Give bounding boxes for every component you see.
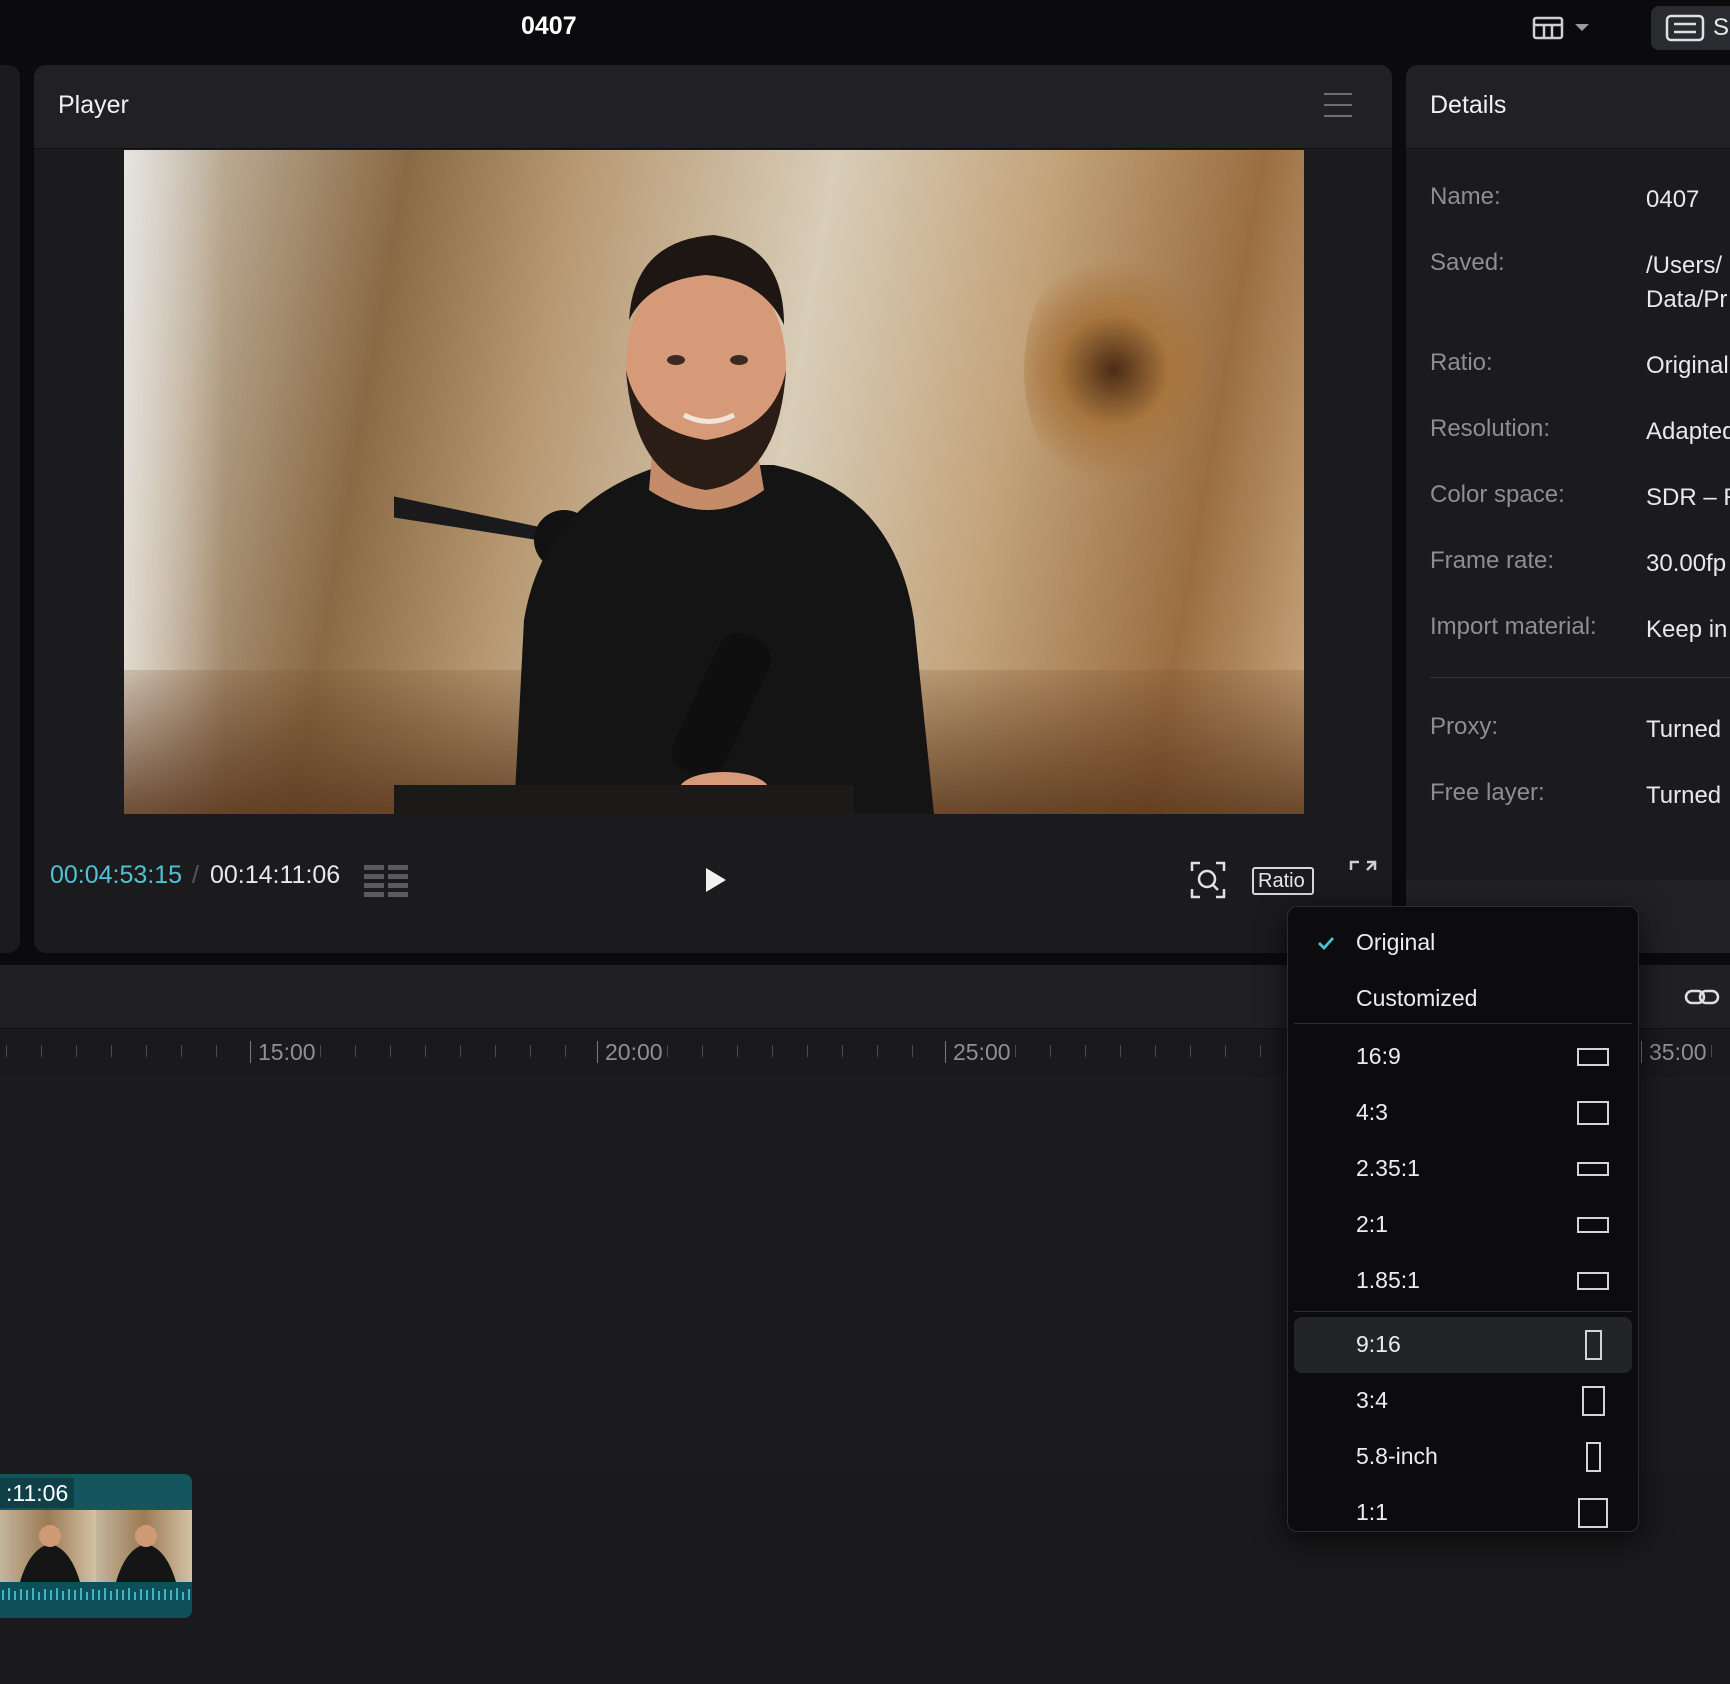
details-panel: Details Name: 0407 Saved: /Users/ Data/P… [1406,65,1730,953]
chevron-down-icon [1575,24,1589,31]
ratio-option-label: 3:4 [1356,1387,1388,1413]
media-panel-edge [0,65,20,953]
check-icon [1318,937,1335,951]
play-icon[interactable] [700,865,730,895]
timecode-total: 00:14:11:06 [210,861,341,889]
ratio-option-label: 2:1 [1356,1211,1388,1237]
ratio-option-label: 1:1 [1356,1499,1388,1525]
top-bar: 0407 S [0,0,1730,60]
details-header: Details [1406,65,1730,149]
detail-value: Adapted [1646,418,1730,445]
ruler-label: 20:00 [605,1039,663,1065]
project-title: 0407 [521,12,577,40]
detail-value: Turned [1646,716,1722,743]
ratio-option-label: 16:9 [1356,1043,1401,1069]
detail-value: Turned [1646,782,1722,809]
player-header: Player [34,65,1392,149]
detail-key: Saved: [1430,249,1505,276]
ratio-option-9-16[interactable]: 9:16 [1294,1317,1632,1373]
clip-thumbnails [0,1510,192,1618]
aspect-shape-icon [1577,1217,1609,1233]
menu-icon[interactable] [1324,93,1352,119]
ruler-label: 25:00 [953,1039,1011,1065]
ratio-option-label: Customized [1356,985,1478,1011]
video-preview[interactable] [124,150,1304,814]
detail-key: Free layer: [1430,779,1545,806]
aspect-shape-icon [1577,1162,1609,1176]
shortcut-button-label: S [1713,14,1730,41]
link-icon[interactable] [1684,985,1720,1009]
detail-key: Ratio: [1430,349,1493,376]
layout-switch-button[interactable] [1532,10,1602,46]
aspect-shape-icon [1577,1101,1609,1125]
layout-icon [1532,16,1564,40]
details-title: Details [1430,91,1507,119]
ratio-option-original[interactable]: Original [1294,915,1632,971]
details-divider [1430,677,1730,678]
ratio-option-4-3[interactable]: 4:3 [1294,1085,1632,1141]
detail-value: 30.00fp [1646,550,1727,577]
ruler-label: 15:00 [258,1039,316,1065]
shortcut-button[interactable]: S [1651,6,1730,50]
fullscreen-icon[interactable] [1348,859,1378,889]
ratio-option-label: 1.85:1 [1356,1267,1420,1293]
clip-duration: :11:06 [0,1478,75,1508]
ratio-option-label: Original [1356,929,1436,955]
ratio-option-1-1[interactable]: 1:1 [1294,1485,1632,1541]
ratio-option-2-1[interactable]: 2:1 [1294,1197,1632,1253]
detail-key: Name: [1430,183,1501,210]
zoom-fit-icon[interactable] [1190,861,1226,899]
ratio-option-5-8-inch[interactable]: 5.8-inch [1294,1429,1632,1485]
ratio-option-1-85-1[interactable]: 1.85:1 [1294,1253,1632,1309]
grid-view-icon[interactable] [364,865,410,897]
ratio-button[interactable]: Ratio [1252,867,1314,895]
keyboard-icon [1665,14,1705,42]
ratio-option-16-9[interactable]: 16:9 [1294,1029,1632,1085]
timecode-current: 00:04:53:15 [50,861,183,889]
ratio-option-label: 2.35:1 [1356,1155,1420,1181]
aspect-shape-icon [1586,1442,1601,1472]
detail-value: Keep in [1646,616,1728,643]
aspect-shape-icon [1577,1048,1609,1066]
detail-value: /Users/ [1646,252,1723,279]
ratio-option-customized[interactable]: Customized [1294,971,1632,1027]
ratio-option-label: 4:3 [1356,1099,1388,1125]
menu-divider [1294,1311,1632,1312]
detail-value: Original [1646,352,1729,379]
detail-key: Frame rate: [1430,547,1555,574]
ratio-option-label: 9:16 [1356,1331,1401,1357]
player-controls: 00:04:53:15 / 00:14:11:06 Ratio [34,845,1392,905]
ruler-label: 35:00 [1649,1039,1707,1065]
aspect-shape-icon [1585,1330,1602,1360]
aspect-shape-icon [1582,1386,1605,1416]
timecode-separator: / [192,861,199,889]
player-title: Player [58,91,129,119]
ratio-option-2-35-1[interactable]: 2.35:1 [1294,1141,1632,1197]
video-frame-person [394,235,934,814]
aspect-shape-icon [1577,1272,1609,1290]
detail-key: Import material: [1430,613,1597,640]
detail-key: Proxy: [1430,713,1499,740]
aspect-shape-icon [1578,1498,1608,1528]
timeline-video-clip[interactable]: :11:06 [0,1474,192,1618]
detail-value-line2: Data/Pr [1646,286,1728,313]
player-panel: Player 00:04:53:15 / 00:14:11:06 Ratio [34,65,1392,953]
detail-key: Color space: [1430,481,1565,508]
ratio-option-label: 5.8-inch [1356,1443,1438,1469]
detail-value: SDR – R [1646,484,1730,511]
menu-divider [1294,1023,1632,1024]
detail-value: 0407 [1646,186,1700,213]
ratio-option-3-4[interactable]: 3:4 [1294,1373,1632,1429]
detail-key: Resolution: [1430,415,1551,442]
ratio-dropdown-menu: Original Customized 16:9 4:3 2.35:1 2:1 … [1287,906,1639,1532]
